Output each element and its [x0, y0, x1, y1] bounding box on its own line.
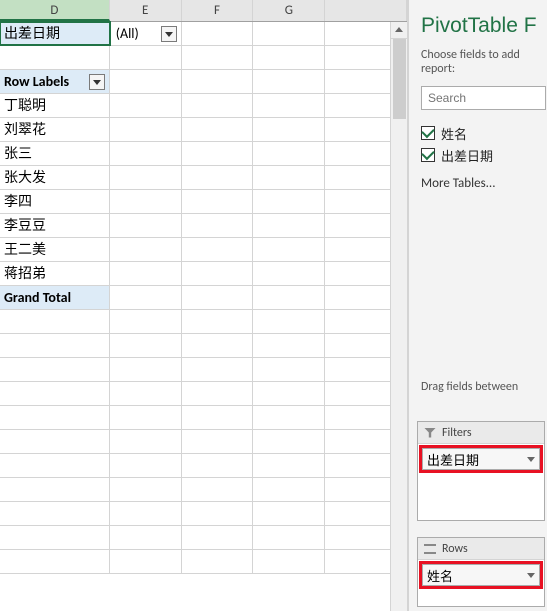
checkbox-name[interactable] [421, 126, 435, 140]
pivot-row[interactable]: 张三 [0, 142, 110, 165]
chevron-down-icon[interactable] [527, 457, 535, 462]
pivot-filter-field[interactable]: 出差日期 [0, 22, 110, 45]
pivot-row[interactable]: 张大发 [0, 166, 110, 189]
spreadsheet-grid: D E F G 出差日期 (All) Row Labels 丁聪明 刘翠花 张三 [0, 0, 408, 611]
filter-value-text: (All) [114, 25, 139, 42]
field-item-date[interactable]: 出差日期 [421, 144, 547, 166]
scroll-up-icon[interactable] [391, 22, 407, 39]
vertical-scrollbar[interactable] [390, 22, 407, 611]
pivot-row[interactable]: 李四 [0, 190, 110, 213]
pivot-row[interactable]: 刘翠花 [0, 118, 110, 141]
panel-description: Choose fields to add report: [421, 48, 547, 76]
filter-dropdown-icon[interactable] [161, 26, 177, 42]
chevron-down-icon[interactable] [527, 573, 535, 578]
more-tables-link[interactable]: More Tables... [421, 176, 547, 191]
rows-area[interactable]: Rows 姓名 [417, 537, 545, 607]
pivot-filter-value[interactable]: (All) [110, 22, 182, 45]
column-headers: D E F G [0, 0, 407, 22]
col-header-end [325, 0, 407, 21]
col-header-e[interactable]: E [110, 0, 182, 21]
field-list: 姓名 出差日期 More Tables... [421, 122, 547, 191]
grand-total[interactable]: Grand Total [0, 286, 110, 309]
pivot-row[interactable]: 丁聪明 [0, 94, 110, 117]
pivot-row[interactable]: 李豆豆 [0, 214, 110, 237]
row-labels-dropdown-icon[interactable] [89, 74, 105, 90]
col-header-d[interactable]: D [0, 0, 110, 21]
checkbox-date[interactable] [421, 148, 435, 162]
drag-hint: Drag fields between [421, 380, 547, 394]
col-header-f[interactable]: F [182, 0, 254, 21]
scroll-thumb[interactable] [393, 39, 406, 119]
rows-pill-name[interactable]: 姓名 [422, 564, 540, 586]
rows-icon [424, 544, 436, 554]
filters-area[interactable]: Filters 出差日期 [417, 421, 545, 521]
pivot-fields-panel: PivotTable F Choose fields to add report… [408, 0, 547, 611]
pivot-row[interactable]: 王二美 [0, 238, 110, 261]
filter-icon [424, 428, 436, 438]
row-labels-header[interactable]: Row Labels [0, 70, 110, 93]
filter-pill-date[interactable]: 出差日期 [422, 448, 540, 470]
filters-header: Filters [418, 422, 544, 444]
search-input[interactable] [421, 86, 546, 110]
col-header-g[interactable]: G [253, 0, 325, 21]
rows-header: Rows [418, 538, 544, 560]
pivot-row[interactable]: 蒋招弟 [0, 262, 110, 285]
field-item-name[interactable]: 姓名 [421, 122, 547, 144]
panel-title: PivotTable F [421, 14, 547, 38]
